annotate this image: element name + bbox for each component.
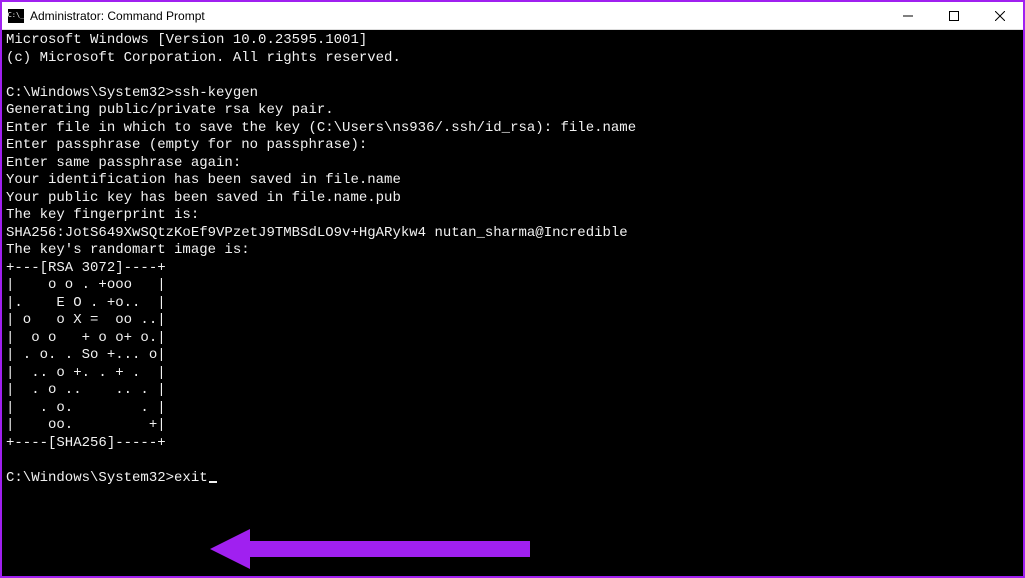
text-cursor [209,481,217,483]
window-controls [885,2,1023,30]
window-title: Administrator: Command Prompt [30,9,205,23]
prompt-command: exit [174,470,208,486]
titlebar[interactable]: Administrator: Command Prompt [2,2,1023,30]
close-button[interactable] [977,2,1023,30]
cmd-icon [8,9,24,23]
prompt-prefix: C:\Windows\System32> [6,470,174,486]
minimize-button[interactable] [885,2,931,30]
maximize-button[interactable] [931,2,977,30]
window-frame: Administrator: Command Prompt Microsoft … [0,0,1025,578]
console-output[interactable]: Microsoft Windows [Version 10.0.23595.10… [2,30,1023,576]
console-text: Microsoft Windows [Version 10.0.23595.10… [6,32,636,451]
